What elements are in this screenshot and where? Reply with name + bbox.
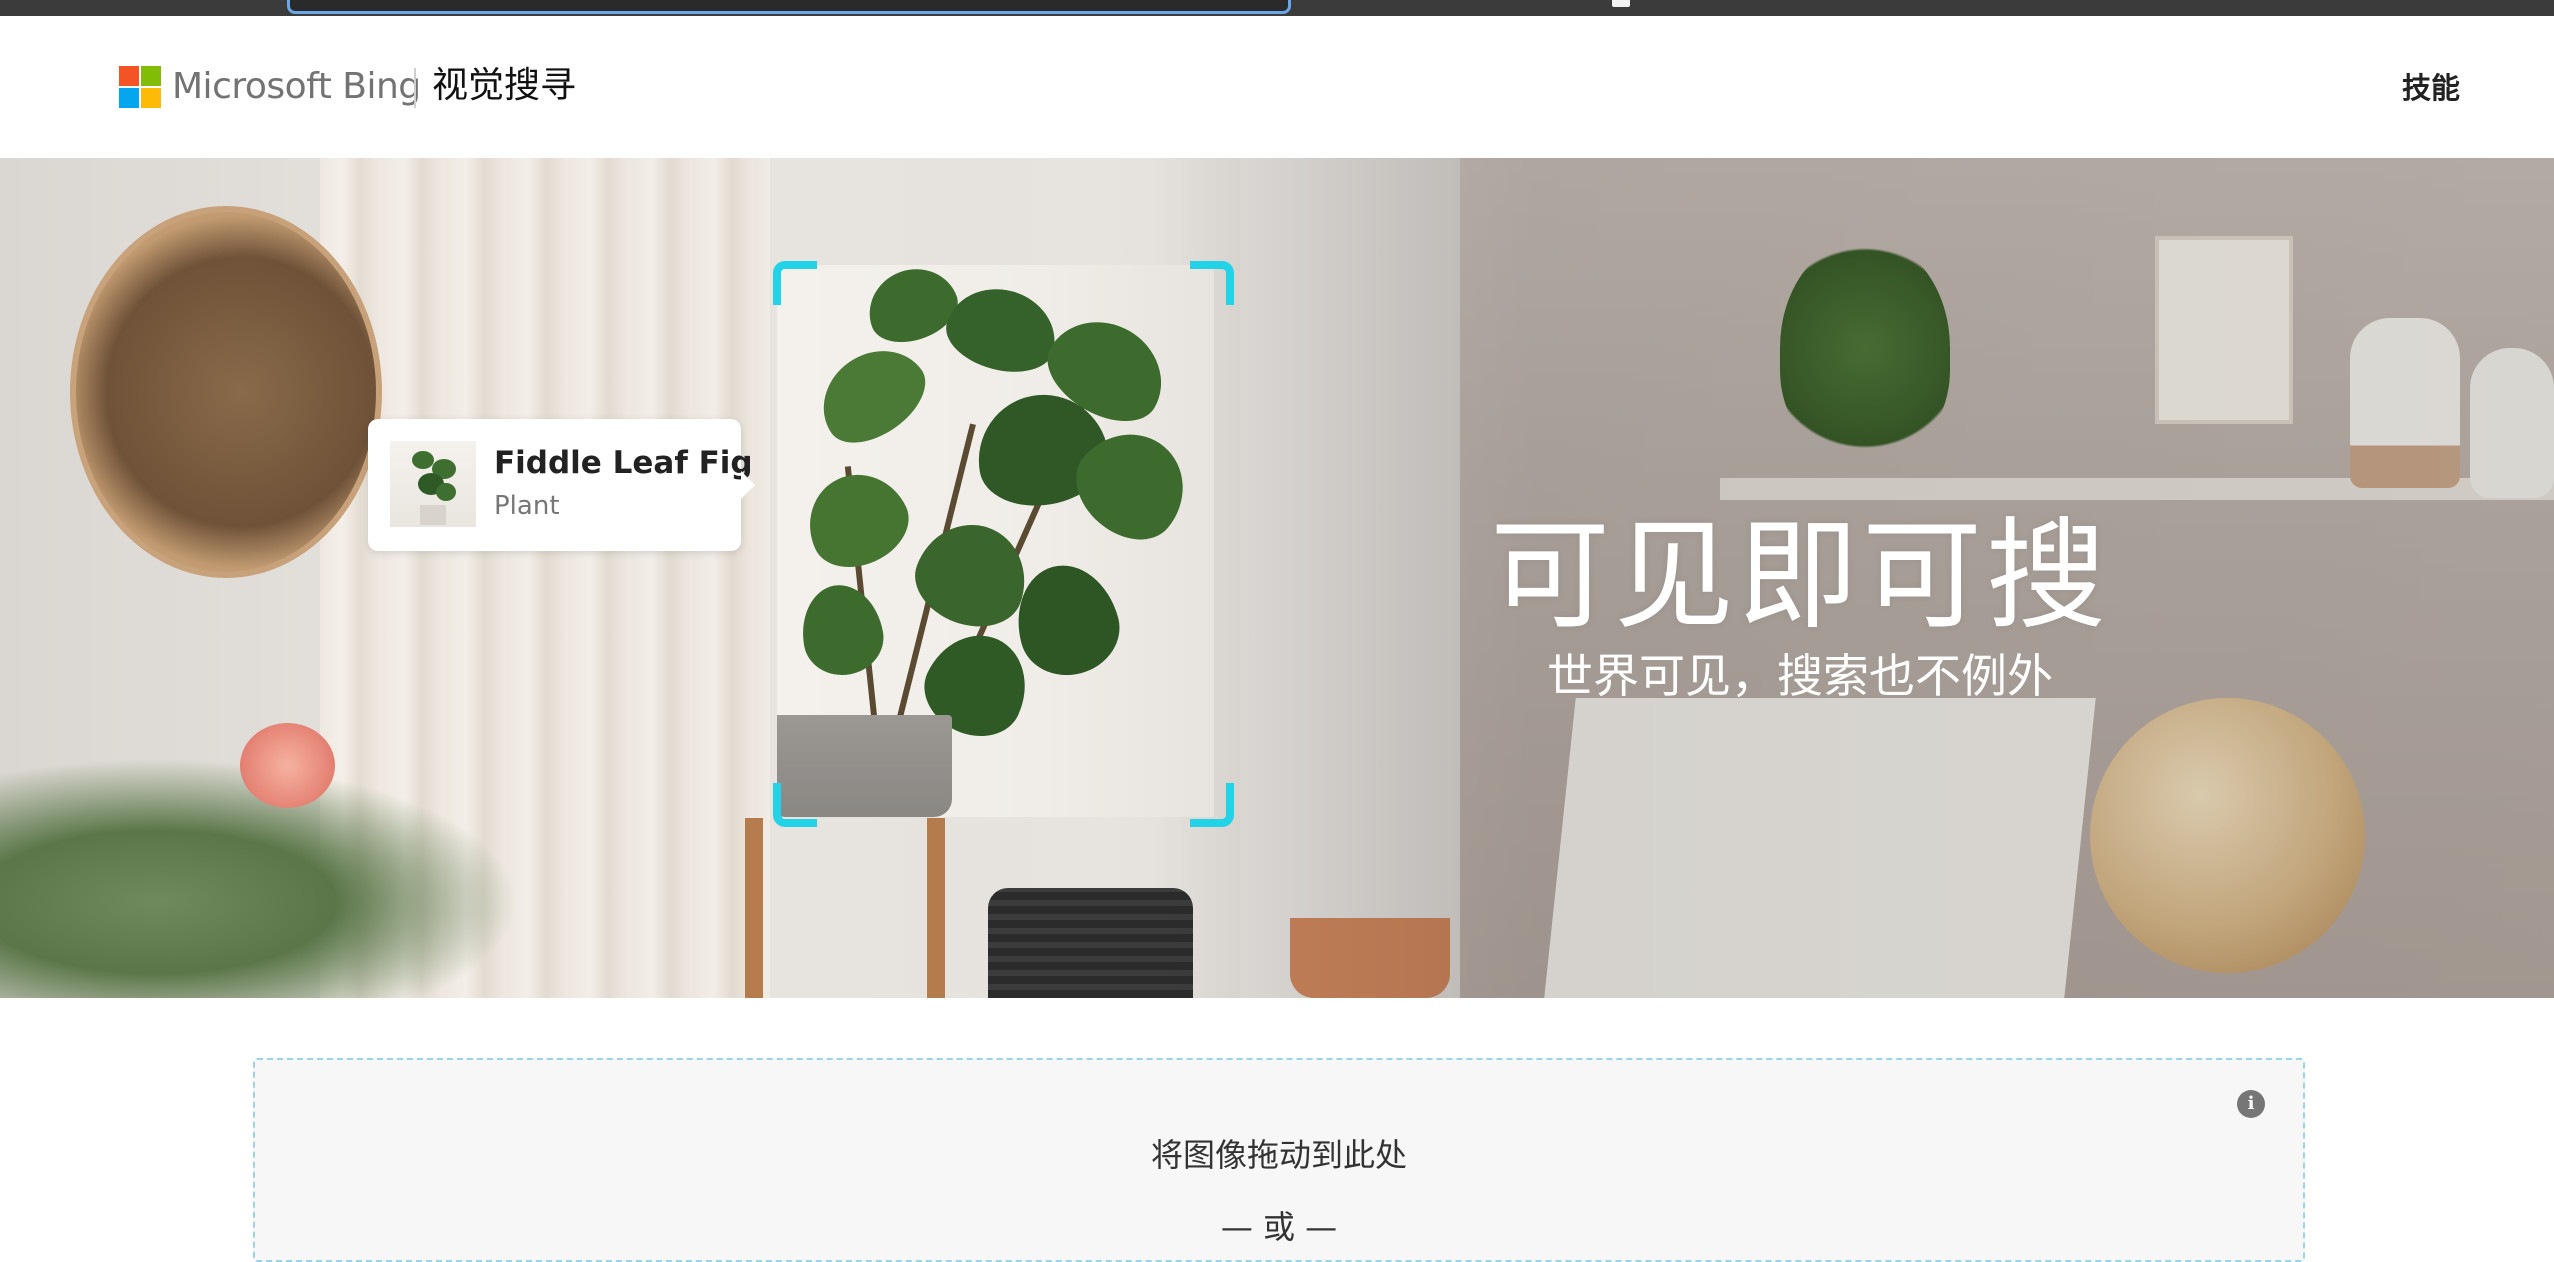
plant-leaf: [794, 578, 890, 682]
plant-leaf: [938, 277, 1066, 383]
toolbar-indicator: [1612, 0, 1630, 7]
thumbnail-pot: [420, 505, 446, 525]
selection-corner-bottom-left[interactable]: [773, 783, 817, 827]
thumbnail-leaf: [436, 483, 456, 501]
thumbnail-leaf: [412, 451, 434, 469]
address-bar[interactable]: [287, 0, 1291, 14]
microsoft-logo-icon[interactable]: [119, 66, 161, 108]
hero-headline: 可见即可搜: [1490, 507, 2110, 646]
selection-corner-bottom-right[interactable]: [1190, 783, 1234, 827]
selection-corner-top-left[interactable]: [773, 261, 817, 305]
hero-overlay: [0, 158, 2554, 998]
drop-instruction: 将图像拖动到此处: [1150, 1136, 1407, 1174]
hero-banner: Fiddle Leaf Fig Plant 可见即可搜 世界可见，搜索也不例外: [0, 158, 2554, 998]
result-subtitle: Plant: [494, 491, 560, 521]
result-title: Fiddle Leaf Fig: [494, 445, 753, 481]
hero-subheadline: 世界可见，搜索也不例外: [1547, 649, 2053, 703]
site-header: Microsoft Bing 视觉搜寻 技能: [0, 16, 2554, 158]
plant-leaf: [804, 330, 940, 460]
image-drop-zone[interactable]: i 将图像拖动到此处 — 或 —: [253, 1058, 2305, 1262]
brand-name[interactable]: Microsoft Bing: [172, 66, 421, 108]
info-icon[interactable]: i: [2237, 1090, 2265, 1118]
selection-corner-top-right[interactable]: [1190, 261, 1234, 305]
selected-plant-image: [777, 265, 1214, 817]
result-thumbnail: [390, 441, 476, 527]
skills-link[interactable]: 技能: [2402, 68, 2460, 108]
plant-leaf: [792, 458, 922, 582]
result-card[interactable]: Fiddle Leaf Fig Plant: [368, 419, 755, 551]
or-separator: — 或 —: [1220, 1208, 1338, 1246]
browser-toolbar: [0, 0, 2554, 16]
product-name[interactable]: 视觉搜寻: [432, 64, 576, 108]
brand-divider: [414, 68, 416, 108]
